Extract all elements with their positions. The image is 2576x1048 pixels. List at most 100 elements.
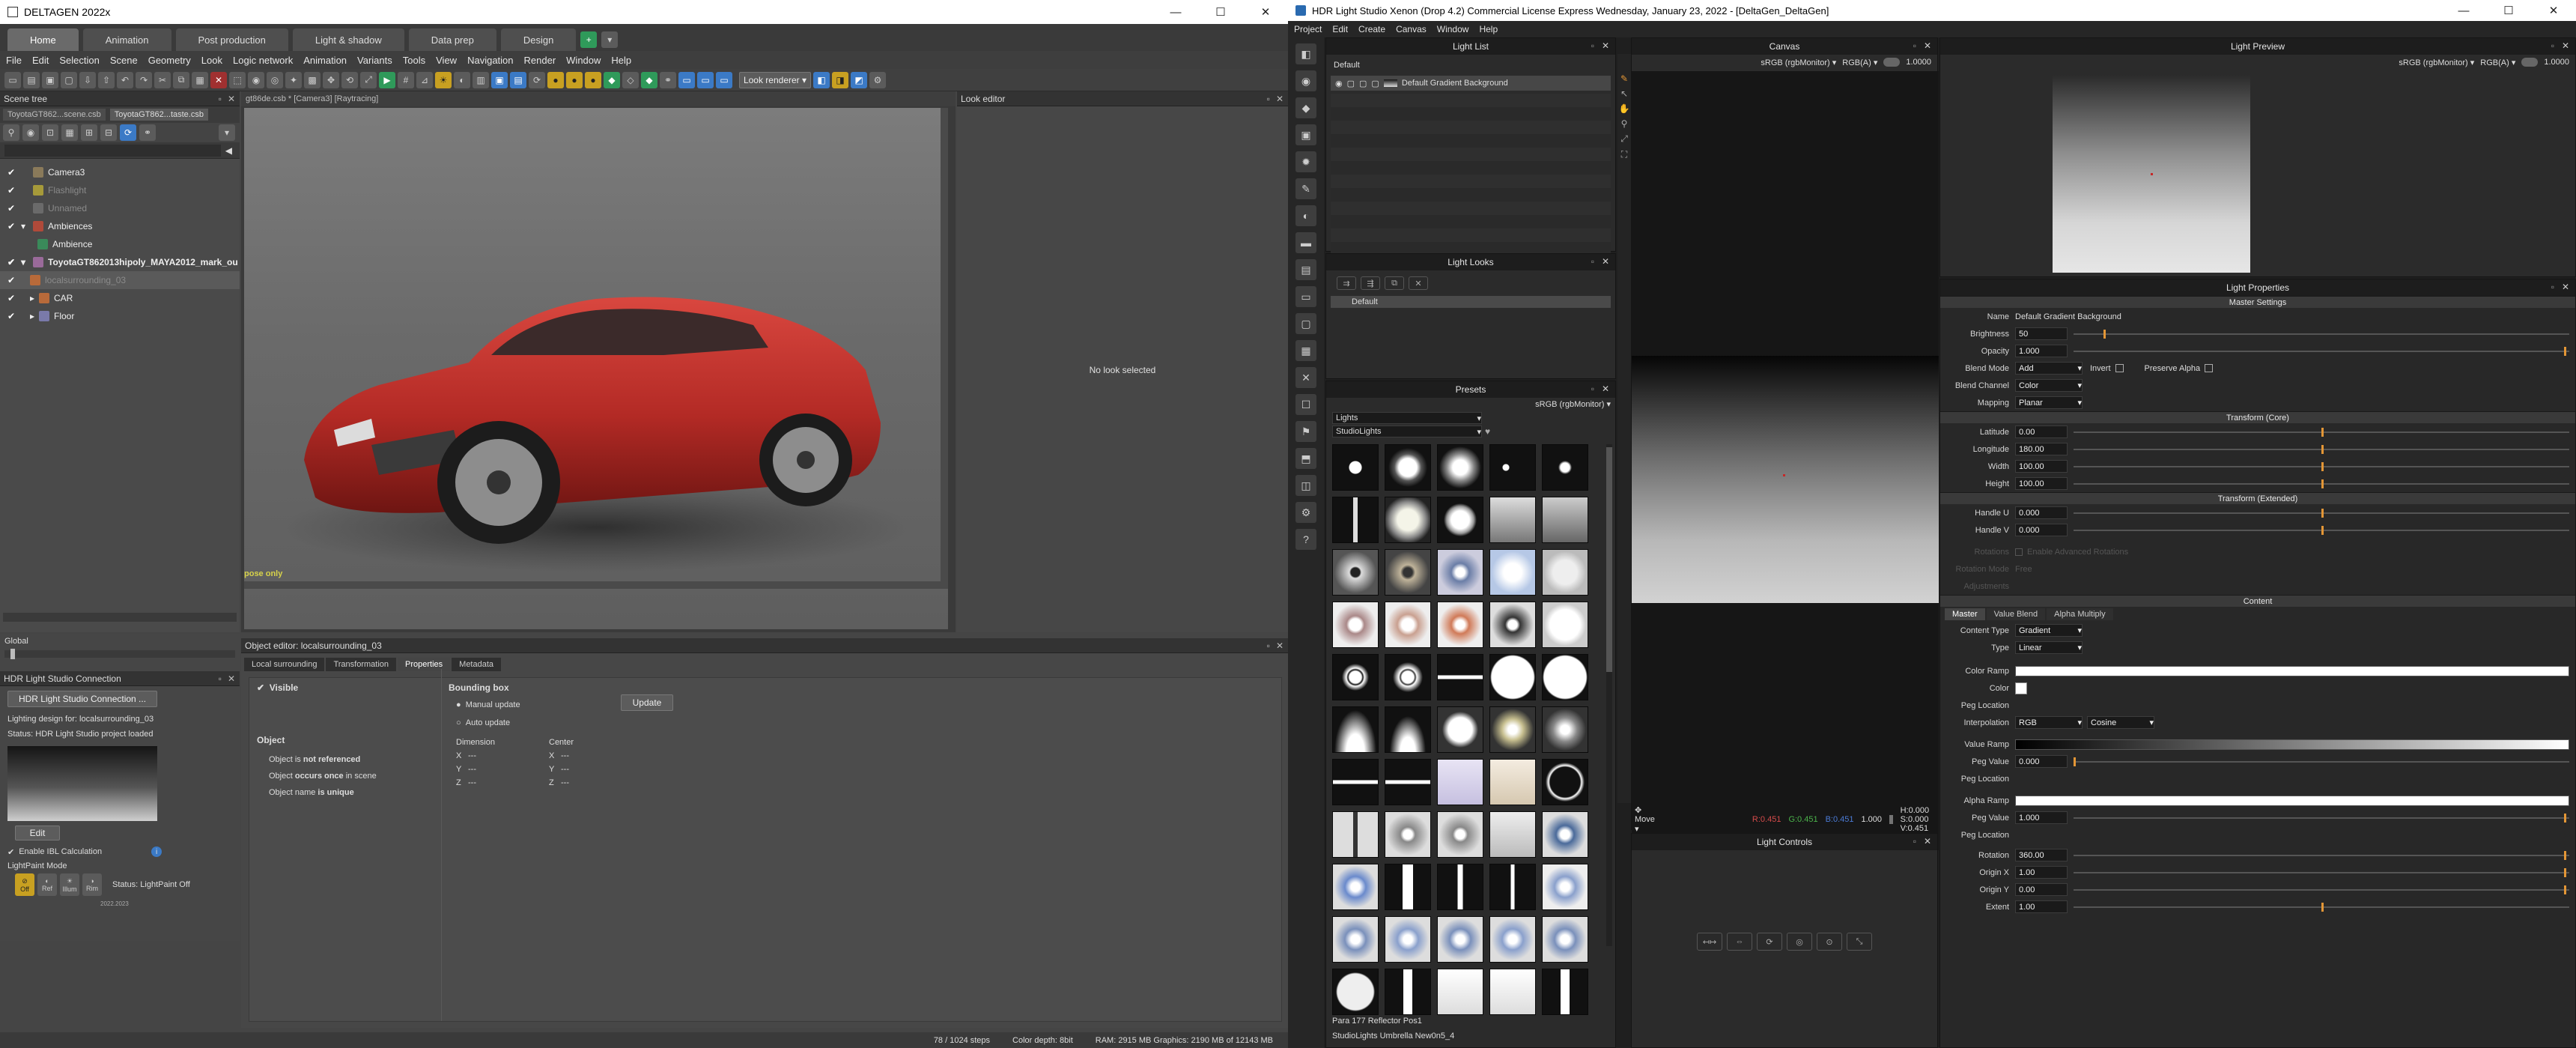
menu-project[interactable]: Project	[1294, 24, 1322, 34]
peg-value-input-2[interactable]: 1.000	[2015, 811, 2068, 824]
delete-icon[interactable]: ✕	[210, 71, 227, 88]
viewport-h-scrollbar[interactable]	[244, 581, 948, 589]
close-icon[interactable]: ✕	[1276, 640, 1284, 651]
info-icon[interactable]: i	[151, 846, 162, 857]
look-c-icon[interactable]: ●	[585, 71, 601, 88]
tab-menu-icon[interactable]: ▾	[601, 31, 619, 48]
stereo-icon[interactable]: ⚭	[660, 71, 676, 88]
width-input[interactable]: 100.00	[2015, 460, 2068, 473]
close-icon[interactable]: ✕	[2562, 40, 2569, 51]
minimize-icon[interactable]: —	[2441, 4, 2486, 17]
renderer-c-icon[interactable]: ◩	[851, 71, 867, 88]
scene-search-input[interactable]	[4, 144, 221, 157]
preset-thumbnail[interactable]	[1489, 759, 1536, 805]
visibility-checkbox[interactable]: ✔	[6, 221, 16, 231]
float-icon[interactable]: ▫	[1913, 836, 1916, 846]
layout-icon[interactable]: ▥	[473, 71, 489, 88]
opacity-knob[interactable]	[2564, 346, 2567, 356]
peg-value-slider-1[interactable]	[2074, 757, 2569, 766]
preset-thumbnail[interactable]	[1489, 654, 1536, 700]
collapse-arrow-icon[interactable]: ▾	[21, 257, 28, 267]
preset-thumbnail[interactable]	[1332, 602, 1379, 648]
preset-thumbnail[interactable]	[1542, 602, 1588, 648]
preset-thumbnail[interactable]	[1332, 864, 1379, 910]
hdr-image-icon[interactable]: ◫	[1295, 475, 1316, 496]
longitude-knob[interactable]	[2321, 444, 2324, 454]
canvas-channel-dropdown[interactable]: RGB(A) ▾	[1842, 58, 1877, 67]
brightness-slider[interactable]	[2074, 329, 2569, 339]
preview-channel-dropdown[interactable]: RGB(A) ▾	[2480, 58, 2515, 67]
menu-create[interactable]: Create	[1358, 24, 1385, 34]
raytrace-icon[interactable]: ✦	[285, 71, 302, 88]
strip-light-icon[interactable]: ▬	[1295, 232, 1316, 253]
visibility-checkbox[interactable]: ✔	[6, 257, 16, 267]
height-input[interactable]: 100.00	[2015, 477, 2068, 490]
preset-thumbnail[interactable]	[1542, 759, 1588, 805]
origin-y-input[interactable]: 0.00	[2015, 883, 2068, 896]
tab-local-surrounding[interactable]: Local surrounding	[244, 658, 325, 671]
preset-thumbnail[interactable]	[1385, 549, 1431, 596]
preview-colorspace-dropdown[interactable]: sRGB (rgbMonitor) ▾	[2399, 58, 2474, 67]
scale-tool-icon[interactable]: ⤢	[360, 71, 377, 88]
peg-value-slider-2[interactable]	[2074, 813, 2569, 823]
menu-navigation[interactable]: Navigation	[467, 55, 513, 66]
auto-update-row[interactable]: ○ Auto update	[456, 718, 510, 727]
tab-metadata[interactable]: Metadata	[452, 658, 502, 671]
canvas-gradient-view[interactable]	[1632, 356, 1939, 603]
color-ramp-bar[interactable]	[2015, 665, 2569, 676]
close-icon[interactable]: ✕	[1276, 94, 1284, 104]
light-lock-icon[interactable]: ▢	[1359, 79, 1367, 88]
visibility-checkbox[interactable]: ✔	[6, 275, 16, 285]
width-knob[interactable]	[2321, 461, 2324, 471]
render-icon[interactable]: ◎	[267, 71, 283, 88]
menu-variants[interactable]: Variants	[357, 55, 392, 66]
filter-icon[interactable]: ⚲	[3, 124, 19, 141]
extent-knob[interactable]	[2321, 902, 2324, 912]
extent-slider[interactable]	[2074, 902, 2569, 912]
canvas-colorspace-dropdown[interactable]: sRGB (rgbMonitor) ▾	[1761, 58, 1836, 67]
preset-thumbnail[interactable]	[1489, 444, 1536, 491]
close-icon[interactable]: ✕	[228, 94, 235, 104]
origin-x-input[interactable]: 1.00	[2015, 866, 2068, 879]
preset-thumbnail[interactable]	[1437, 759, 1483, 805]
menu-window[interactable]: Window	[1437, 24, 1469, 34]
area-light-icon[interactable]: ◧	[1295, 43, 1316, 64]
visible-checkbox[interactable]: ✔	[257, 682, 264, 693]
group-icon[interactable]: ▦	[61, 124, 78, 141]
manual-update-row[interactable]: ● Manual update	[456, 700, 520, 709]
preset-thumbnail[interactable]	[1332, 759, 1379, 805]
float-icon[interactable]: ▫	[219, 94, 222, 104]
name-value[interactable]: Default Gradient Background	[2015, 312, 2121, 321]
view-front-icon[interactable]: ▣	[491, 71, 508, 88]
preset-thumbnail[interactable]	[1437, 497, 1483, 543]
options-icon[interactable]: ▾	[219, 124, 235, 141]
tree-item-flashlight[interactable]: ✔ Flashlight	[0, 181, 240, 199]
collapse-arrow-icon[interactable]: ▾	[21, 221, 28, 231]
link-icon[interactable]: ⚭	[139, 124, 156, 141]
peg-value-knob-1[interactable]	[2074, 757, 2076, 766]
snapshot-icon[interactable]: ▩	[304, 71, 321, 88]
settings-icon[interactable]: ⚙	[1295, 502, 1316, 523]
paste-icon[interactable]: ▦	[192, 71, 208, 88]
preset-thumbnail[interactable]	[1385, 444, 1431, 491]
preset-thumbnail[interactable]	[1385, 864, 1431, 910]
content-type-dropdown[interactable]: Gradient ▾	[2015, 624, 2083, 637]
preset-thumbnail[interactable]	[1385, 602, 1431, 648]
flag-icon[interactable]: ⚑	[1295, 421, 1316, 442]
preserve-alpha-checkbox[interactable]	[2205, 364, 2214, 372]
variant-a-icon[interactable]: ◆	[604, 71, 620, 88]
gradient-icon[interactable]: ▤	[1295, 259, 1316, 280]
visibility-checkbox[interactable]: ✔	[6, 311, 16, 321]
viewport-v-scrollbar[interactable]	[941, 108, 948, 581]
viewport-tab[interactable]: gt86de.csb * [Camera3] [Raytracing]	[241, 91, 956, 106]
preset-thumbnail[interactable]	[1437, 864, 1483, 910]
close-icon[interactable]: ✕	[1924, 40, 1931, 51]
minimize-icon[interactable]: —	[1153, 6, 1198, 19]
duplicate-look-icon[interactable]: ⇶	[1361, 276, 1380, 290]
close-icon[interactable]: ✕	[1602, 384, 1609, 394]
delete-light-icon[interactable]: ✕	[1295, 367, 1316, 388]
close-icon[interactable]: ✕	[2531, 4, 2576, 17]
tree-item-localsurrounding[interactable]: ✔ localsurrounding_03	[0, 271, 240, 289]
save-as-icon[interactable]: ▢	[61, 71, 77, 88]
variant-c-icon[interactable]: ◆	[641, 71, 657, 88]
